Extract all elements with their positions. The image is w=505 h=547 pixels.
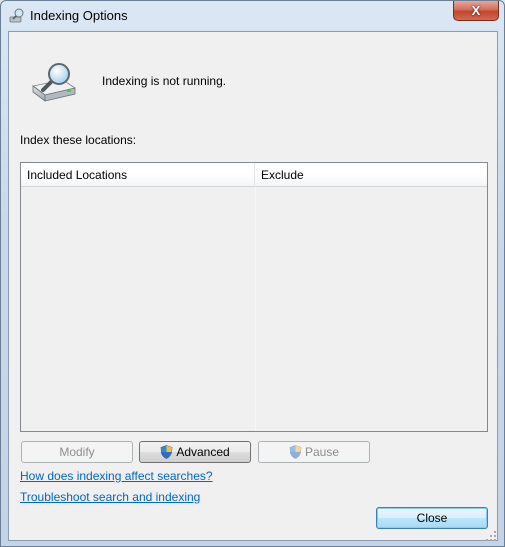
indexing-affect-searches-link[interactable]: How does indexing affect searches?	[20, 469, 213, 483]
locations-label: Index these locations:	[20, 133, 137, 147]
column-divider	[255, 187, 256, 431]
advanced-button-label: Advanced	[176, 445, 230, 459]
modify-button[interactable]: Modify	[21, 441, 133, 463]
uac-shield-icon	[289, 445, 302, 459]
window-close-button[interactable]: X	[453, 1, 499, 21]
list-header: Included Locations Exclude	[21, 163, 487, 187]
window-title: Indexing Options	[30, 8, 128, 23]
pause-button-label: Pause	[304, 445, 340, 459]
column-header-exclude[interactable]: Exclude	[255, 163, 487, 187]
advanced-button[interactable]: Advanced	[139, 441, 251, 463]
dialog-client-area: Indexing is not running. Index these loc…	[8, 31, 498, 541]
pause-button[interactable]: Pause	[258, 441, 370, 463]
close-button-label: Close	[416, 511, 448, 525]
column-header-included[interactable]: Included Locations	[21, 163, 255, 187]
close-icon: X	[471, 3, 481, 18]
indexing-magnifier-icon	[9, 8, 25, 24]
uac-shield-icon	[160, 445, 173, 459]
indexing-status-text: Indexing is not running.	[102, 74, 227, 88]
troubleshoot-search-link[interactable]: Troubleshoot search and indexing	[20, 490, 200, 504]
resize-grip-icon[interactable]	[485, 530, 497, 542]
close-button[interactable]: Close	[376, 507, 488, 529]
modify-button-label: Modify	[59, 445, 95, 459]
locations-list[interactable]: Included Locations Exclude	[20, 162, 488, 432]
hard-drive-magnifier-icon	[29, 62, 79, 104]
title-bar[interactable]: Indexing Options X	[1, 1, 504, 31]
indexing-options-window: Indexing Options X Indexing is not runni…	[0, 0, 505, 547]
